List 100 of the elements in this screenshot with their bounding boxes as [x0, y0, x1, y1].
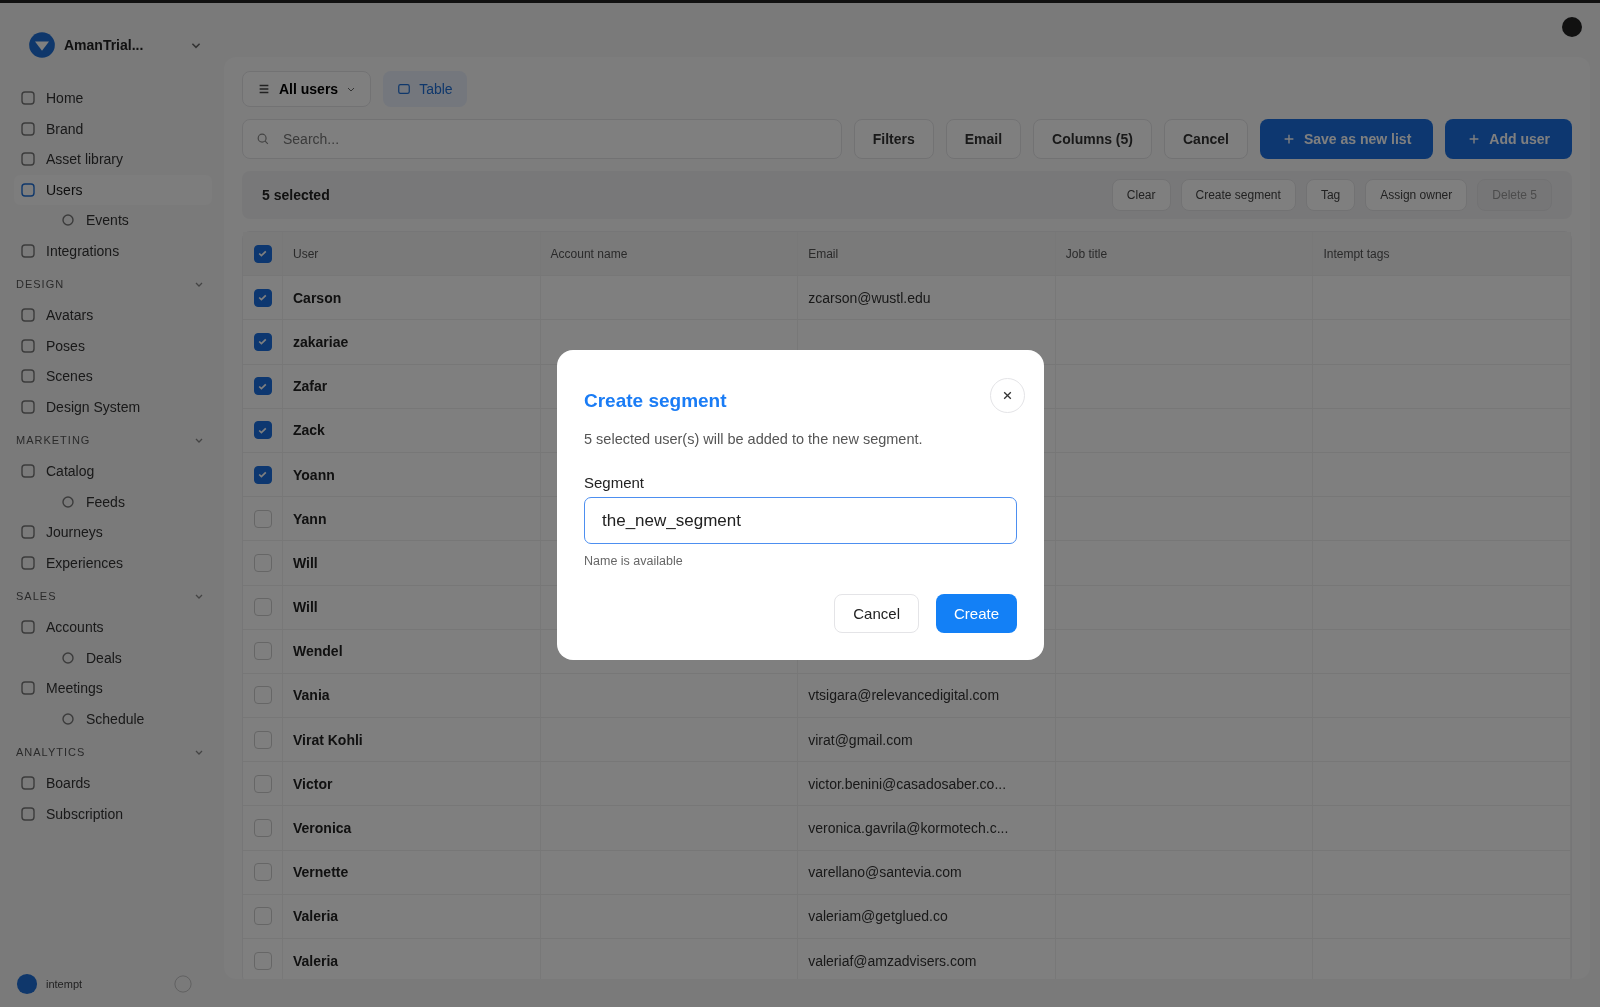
- help-icon[interactable]: [174, 975, 192, 993]
- section-heading: SALES: [16, 590, 57, 602]
- column-header[interactable]: User: [293, 246, 319, 261]
- nav-item[interactable]: Scenes: [14, 361, 212, 392]
- user-name: Carson: [293, 289, 342, 306]
- checkmark-icon: [257, 336, 268, 348]
- section-heading: MARKETING: [16, 434, 91, 446]
- email-cell: virat@gmail.com: [808, 731, 913, 748]
- square-icon: [20, 463, 36, 480]
- square-icon: [20, 307, 36, 324]
- selection-count: 5 selected: [262, 187, 330, 203]
- field-hint: Name is available: [584, 554, 684, 568]
- user-name: Wendel: [293, 643, 343, 660]
- toolbar-button[interactable]: Save as new list: [1259, 119, 1434, 159]
- email-cell: vtsigara@relevancedigital.com: [808, 687, 1000, 704]
- nav-item[interactable]: Home: [14, 83, 212, 114]
- search-field[interactable]: Search...: [242, 119, 842, 159]
- nav-item[interactable]: Poses: [14, 330, 212, 361]
- checkbox[interactable]: [253, 332, 272, 351]
- circle-icon: [60, 493, 76, 510]
- nav-item[interactable]: Boards: [14, 768, 212, 799]
- list-icon: [257, 82, 271, 96]
- close-button[interactable]: [990, 378, 1025, 413]
- column-header[interactable]: Job title: [1065, 246, 1108, 261]
- checkmark-icon: [257, 292, 268, 304]
- user-name: Will: [293, 554, 318, 571]
- brand-name: intempt: [46, 978, 83, 990]
- square-icon: [20, 90, 36, 107]
- toolbar-button[interactable]: Add user: [1445, 119, 1572, 159]
- dialog-description: 5 selected user(s) will be added to the new segment.: [584, 431, 924, 447]
- square-icon: [20, 181, 36, 198]
- nav-item[interactable]: Integrations: [14, 235, 212, 266]
- dialog-title: Create segment: [584, 389, 727, 412]
- square-icon: [20, 524, 36, 541]
- email-cell: zcarson@wustl.edu: [808, 289, 931, 306]
- nav-item[interactable]: Design System: [14, 391, 212, 422]
- circle-icon: [60, 649, 76, 666]
- checkmark-icon: [257, 469, 268, 481]
- email-cell: valeriam@getglued.co: [808, 908, 948, 925]
- checkbox[interactable]: [253, 421, 272, 440]
- action-button[interactable]: Tag: [1305, 179, 1356, 211]
- user-name: Zafar: [293, 378, 328, 395]
- nav-subitem[interactable]: Schedule: [14, 703, 212, 734]
- checkbox[interactable]: [253, 244, 272, 263]
- segment-input[interactable]: the_new_segment: [584, 497, 1017, 544]
- toolbar-button[interactable]: Filters: [853, 119, 934, 159]
- section-heading: DESIGN: [16, 278, 65, 290]
- user-name: Valeria: [293, 952, 339, 969]
- user-name: Will: [293, 599, 318, 616]
- toolbar-button[interactable]: Email: [945, 119, 1022, 159]
- nav-item[interactable]: Brand: [14, 113, 212, 144]
- toolbar-button[interactable]: Columns (5): [1033, 119, 1152, 159]
- cancel-button[interactable]: Cancel: [834, 594, 919, 633]
- user-name: Victor: [293, 775, 333, 792]
- action-button[interactable]: Clear: [1111, 179, 1171, 211]
- circle-icon: [60, 710, 76, 727]
- action-button[interactable]: Assign owner: [1365, 179, 1468, 211]
- user-name: Zack: [293, 422, 325, 439]
- square-icon: [20, 805, 36, 822]
- nav-item[interactable]: Meetings: [14, 673, 212, 704]
- nav-subitem[interactable]: Events: [14, 205, 212, 236]
- square-icon: [20, 554, 36, 571]
- email-cell: valeriaf@amzadvisers.com: [808, 952, 977, 969]
- org-name: AmanTrial...: [64, 37, 144, 53]
- nav-subitem[interactable]: Feeds: [14, 486, 212, 517]
- table-tab[interactable]: Table: [383, 71, 467, 107]
- nav-item[interactable]: Accounts: [14, 612, 212, 643]
- email-cell: veronica.gavrila@kormotech.c...: [808, 820, 1009, 837]
- user-name: Yoann: [293, 466, 335, 483]
- user-name: Veronica: [293, 820, 352, 837]
- action-button[interactable]: Create segment: [1180, 179, 1296, 211]
- column-header[interactable]: Intempt tags: [1323, 246, 1390, 261]
- nav-item[interactable]: Journeys: [14, 517, 212, 548]
- checkbox[interactable]: [253, 465, 272, 484]
- nav-item[interactable]: Catalog: [14, 456, 212, 487]
- square-icon: [20, 775, 36, 792]
- checkbox[interactable]: [253, 377, 272, 396]
- create-button[interactable]: Create: [935, 594, 1017, 633]
- field-label: Segment: [584, 474, 646, 491]
- user-name: zakariae: [293, 333, 349, 350]
- nav-item[interactable]: Avatars: [14, 300, 212, 331]
- toolbar-button[interactable]: Cancel: [1164, 119, 1248, 159]
- user-avatar[interactable]: [1562, 17, 1582, 37]
- square-icon: [20, 151, 36, 168]
- nav-item[interactable]: Subscription: [14, 798, 212, 829]
- user-name: Virat Kohli: [293, 731, 363, 748]
- square-icon: [20, 368, 36, 385]
- view-dropdown[interactable]: All users: [242, 71, 372, 107]
- nav-item[interactable]: Experiences: [14, 547, 212, 578]
- user-name: Vernette: [293, 864, 349, 881]
- nav-item[interactable]: Asset library: [14, 144, 212, 175]
- checkbox[interactable]: [253, 288, 272, 307]
- section-heading: ANALYTICS: [16, 746, 86, 758]
- column-header[interactable]: Account name: [550, 246, 628, 261]
- nav-subitem[interactable]: Deals: [14, 642, 212, 673]
- column-header[interactable]: Email: [808, 246, 839, 261]
- email-cell: varellano@santevia.com: [808, 864, 962, 881]
- table-icon: [397, 82, 412, 96]
- checkmark-icon: [257, 248, 268, 260]
- square-icon: [20, 680, 36, 697]
